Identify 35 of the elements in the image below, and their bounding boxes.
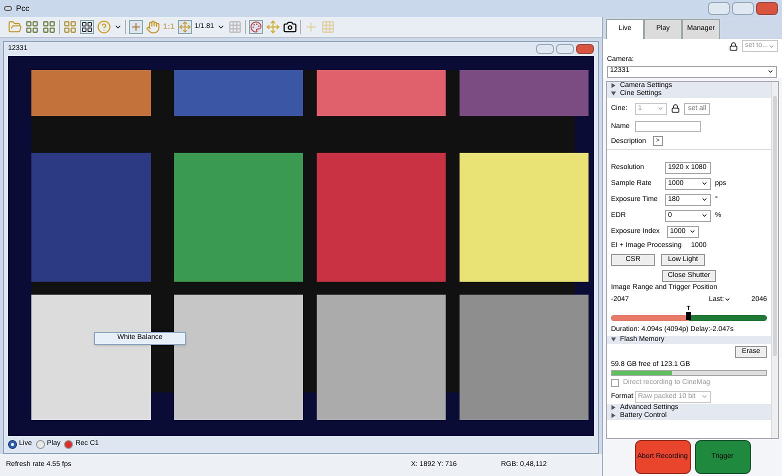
- maximize-button[interactable]: [732, 2, 754, 15]
- name-field[interactable]: [635, 121, 701, 132]
- caret-icon[interactable]: [217, 23, 226, 31]
- close-button[interactable]: [576, 44, 594, 54]
- folder-icon[interactable]: [8, 20, 22, 34]
- caret-icon: [657, 105, 664, 112]
- lock-icon[interactable]: [729, 42, 738, 50]
- caret-icon: [701, 196, 708, 203]
- crosshair-icon[interactable]: [129, 20, 143, 34]
- plus-icon[interactable]: [304, 20, 318, 34]
- caret-icon: [768, 42, 775, 50]
- caret-icon: [701, 212, 708, 219]
- collapsed-triangle-icon: [611, 83, 616, 88]
- caret-icon[interactable]: [114, 23, 122, 31]
- palette-icon[interactable]: [249, 20, 264, 34]
- window-title: Pcc: [16, 2, 30, 14]
- minimize-button[interactable]: [536, 44, 554, 54]
- caret-icon: [701, 180, 708, 187]
- grid-icon[interactable]: [42, 20, 56, 34]
- lock-icon[interactable]: [671, 104, 680, 113]
- layout-icon[interactable]: [80, 20, 94, 34]
- move-icon[interactable]: [178, 20, 192, 34]
- caret-icon[interactable]: [724, 296, 731, 303]
- expanded-triangle-icon: [611, 91, 616, 96]
- camera-icon[interactable]: [283, 20, 298, 34]
- minimize-button[interactable]: [708, 2, 730, 15]
- caret-icon: [767, 68, 774, 75]
- expanded-triangle-icon: [611, 337, 616, 342]
- grid-icon[interactable]: [25, 20, 39, 34]
- hand-icon[interactable]: [146, 20, 160, 34]
- close-button[interactable]: [756, 2, 778, 15]
- caret-icon: [689, 228, 696, 235]
- scrollbar[interactable]: [771, 82, 778, 438]
- caret-icon: [701, 393, 708, 400]
- app-icon: [4, 6, 12, 11]
